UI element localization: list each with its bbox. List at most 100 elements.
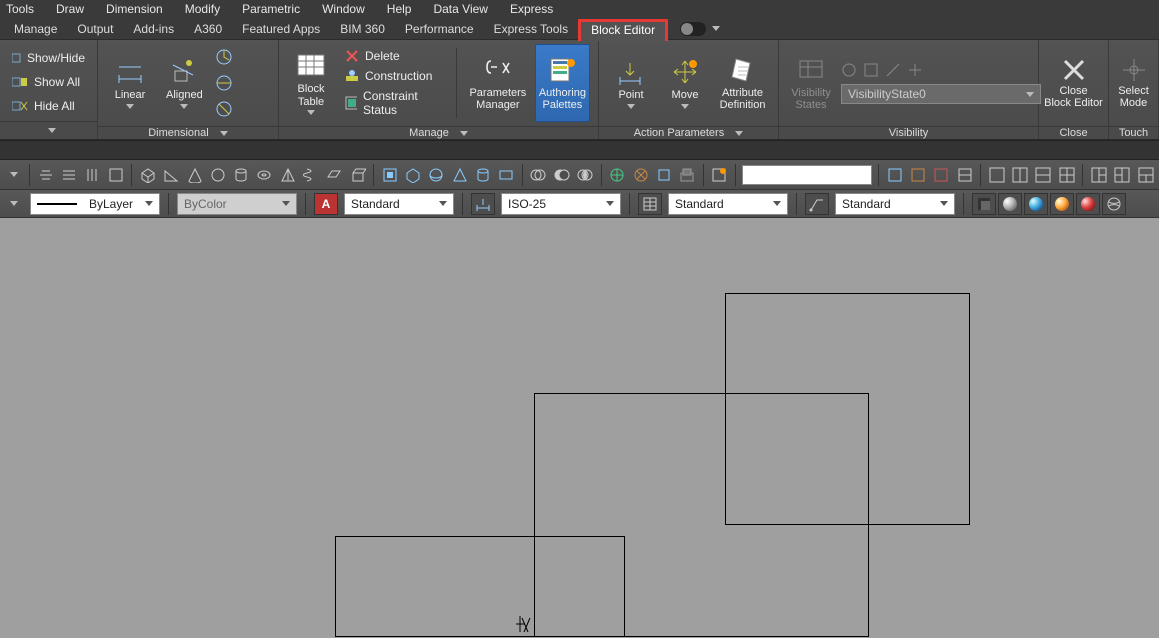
tb-sect-3[interactable] <box>427 165 446 185</box>
aligned-button[interactable]: Aligned <box>160 44 209 122</box>
tb-sect-1[interactable] <box>380 165 399 185</box>
panel-toggle[interactable] <box>680 22 706 36</box>
menu-window[interactable]: Window <box>322 2 365 16</box>
tb-ucs-3[interactable] <box>654 165 673 185</box>
tb-sphere[interactable] <box>208 165 227 185</box>
tb-tile-1[interactable] <box>987 165 1006 185</box>
tb-cylinder[interactable] <box>231 165 250 185</box>
tb-pyramid[interactable] <box>278 165 297 185</box>
tb-box[interactable] <box>138 165 157 185</box>
tab-addins[interactable]: Add-ins <box>123 19 184 39</box>
tab-output[interactable]: Output <box>67 19 123 39</box>
text-style-combo[interactable]: Standard <box>344 193 454 215</box>
panel-title-manage[interactable]: Manage <box>279 126 598 139</box>
construction-button[interactable]: Construction <box>341 68 446 84</box>
tb-bool-union[interactable] <box>529 165 548 185</box>
ribbon-minimize-dropdown[interactable] <box>712 26 720 31</box>
block-table-button[interactable]: Block Table <box>287 44 335 122</box>
menu-dimension[interactable]: Dimension <box>106 2 163 16</box>
tab-bim360[interactable]: BIM 360 <box>330 19 395 39</box>
tb-tile-3[interactable] <box>1034 165 1053 185</box>
tb-sect-5[interactable] <box>473 165 492 185</box>
close-block-editor-button[interactable]: Close Block Editor <box>1047 44 1100 122</box>
tb-right-3[interactable] <box>932 165 951 185</box>
menu-dataview[interactable]: Data View <box>433 2 487 16</box>
tb-btn-1[interactable] <box>36 165 55 185</box>
linear-button[interactable]: Linear <box>106 44 154 122</box>
tb-tile-6[interactable] <box>1113 165 1132 185</box>
tab-a360[interactable]: A360 <box>184 19 232 39</box>
command-input[interactable] <box>742 165 872 185</box>
parameters-manager-button[interactable]: Parameters Manager <box>467 44 529 122</box>
vs-btn-5[interactable] <box>1076 193 1100 215</box>
tb-right-1[interactable] <box>885 165 904 185</box>
tb-right-4[interactable] <box>955 165 974 185</box>
tb-sect-6[interactable] <box>497 165 516 185</box>
vs-btn-3[interactable] <box>1024 193 1048 215</box>
panel-title-geometric[interactable] <box>0 121 97 139</box>
tb-btn-3[interactable] <box>83 165 102 185</box>
tab-performance[interactable]: Performance <box>395 19 484 39</box>
vs-btn-4[interactable] <box>1050 193 1074 215</box>
tb-tile-7[interactable] <box>1136 165 1155 185</box>
menu-help[interactable]: Help <box>387 2 412 16</box>
tab-featured-apps[interactable]: Featured Apps <box>232 19 330 39</box>
pb-dropdown[interactable] <box>4 194 24 214</box>
dim-style-button[interactable] <box>471 193 495 215</box>
tb-sect-4[interactable] <box>450 165 469 185</box>
rect-3[interactable] <box>335 536 625 637</box>
vs-btn-1[interactable] <box>972 193 996 215</box>
menu-modify[interactable]: Modify <box>185 2 220 16</box>
tab-block-editor[interactable]: Block Editor <box>578 19 668 41</box>
tb-extrude[interactable] <box>348 165 367 185</box>
lineweight-combo[interactable]: ByColor <box>177 193 297 215</box>
dim-misc-3[interactable] <box>215 100 233 118</box>
hide-all-button[interactable]: Hide All <box>8 98 89 114</box>
tb-ucs-2[interactable] <box>631 165 650 185</box>
tb-tile-4[interactable] <box>1057 165 1076 185</box>
table-style-combo[interactable]: Standard <box>668 193 788 215</box>
text-style-button[interactable]: A <box>314 193 338 215</box>
tab-express-tools[interactable]: Express Tools <box>484 19 578 39</box>
move-button[interactable]: Move <box>661 44 709 122</box>
mleader-style-combo[interactable]: Standard <box>835 193 955 215</box>
mleader-style-button[interactable] <box>805 193 829 215</box>
vs-btn-2[interactable] <box>998 193 1022 215</box>
vs-btn-6[interactable] <box>1102 193 1126 215</box>
drawing-canvas[interactable] <box>0 218 1159 637</box>
tab-manage[interactable]: Manage <box>4 19 67 39</box>
show-all-button[interactable]: Show All <box>8 74 89 90</box>
dim-style-combo[interactable]: ISO-25 <box>501 193 621 215</box>
tb-wedge[interactable] <box>162 165 181 185</box>
constraint-status-button[interactable]: Constraint Status <box>341 88 446 118</box>
menu-draw[interactable]: Draw <box>56 2 84 16</box>
panel-title-dimensional[interactable]: Dimensional <box>98 126 278 139</box>
tb-tile-5[interactable] <box>1089 165 1108 185</box>
linetype-combo[interactable]: ByLayer <box>30 193 160 215</box>
dim-misc-1[interactable] <box>215 48 233 66</box>
tb-bool-intersect[interactable] <box>575 165 594 185</box>
tb-dropdown[interactable] <box>4 165 23 185</box>
tb-bool-subtract[interactable] <box>552 165 571 185</box>
tb-right-2[interactable] <box>908 165 927 185</box>
select-mode-button[interactable]: Select Mode <box>1110 44 1158 122</box>
tb-torus[interactable] <box>255 165 274 185</box>
visibility-state-combo[interactable]: VisibilityState0 <box>841 84 1041 104</box>
table-style-button[interactable] <box>638 193 662 215</box>
point-button[interactable]: Point <box>607 44 655 122</box>
authoring-palettes-button[interactable]: Authoring Palettes <box>535 44 590 122</box>
tb-tile-2[interactable] <box>1010 165 1029 185</box>
menu-tools[interactable]: Tools <box>6 2 34 16</box>
tb-btn-2[interactable] <box>60 165 79 185</box>
tb-sect-2[interactable] <box>403 165 422 185</box>
tb-cone[interactable] <box>185 165 204 185</box>
attribute-definition-button[interactable]: Attribute Definition <box>715 44 770 122</box>
show-hide-button[interactable]: Show/Hide <box>8 50 89 66</box>
delete-button[interactable]: Delete <box>341 48 446 64</box>
tb-planar[interactable] <box>325 165 344 185</box>
tb-ucs-4[interactable] <box>677 165 696 185</box>
tb-ucs-1[interactable] <box>608 165 627 185</box>
tb-clip[interactable] <box>710 165 729 185</box>
menu-parametric[interactable]: Parametric <box>242 2 300 16</box>
dim-misc-2[interactable] <box>215 74 233 92</box>
